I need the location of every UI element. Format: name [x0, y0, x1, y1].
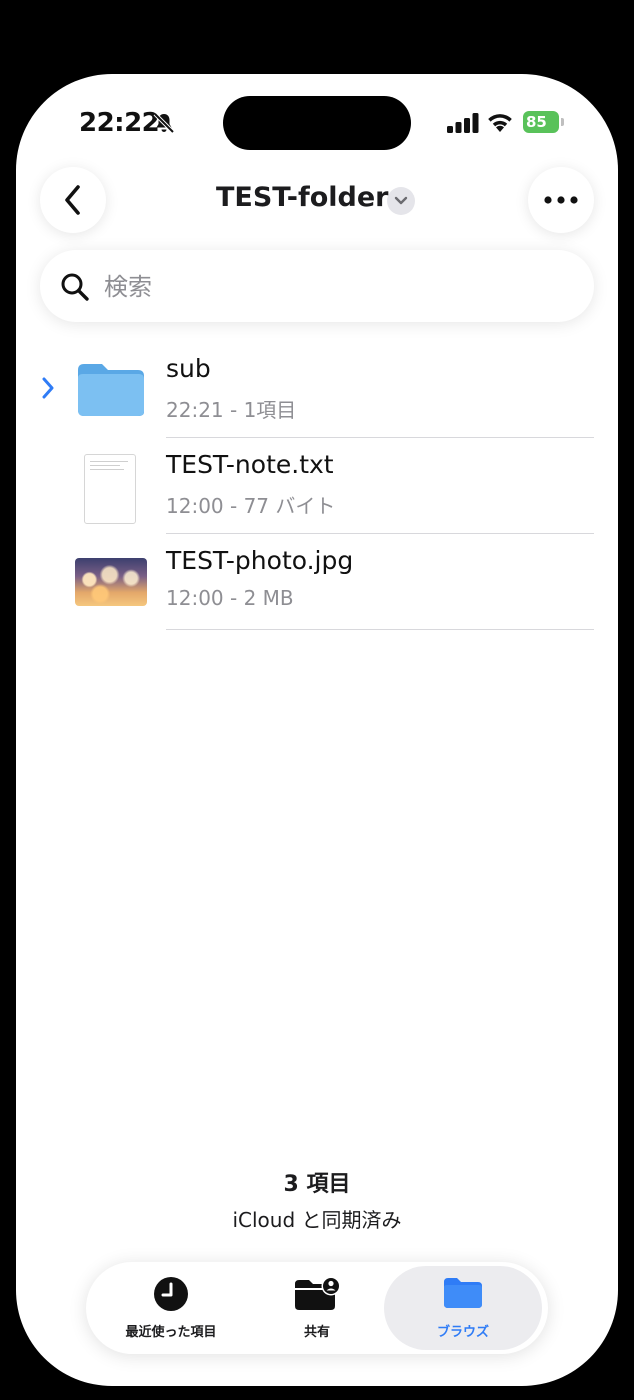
folder-icon [444, 1278, 482, 1308]
file-row-note[interactable]: TEST-note.txt 12:00 - 77 バイト [16, 438, 618, 534]
file-meta: 12:00 - 77 バイト [166, 494, 336, 518]
item-count: 3 項目 [283, 1172, 351, 1197]
phone-screen: 22:22 85 TEST-folder 検索 sub 22:21 - 1項目 … [16, 74, 618, 1386]
clock-icon [154, 1277, 188, 1311]
status-time: 22:22 [79, 108, 160, 138]
folder-icon [78, 364, 144, 416]
ellipsis-icon [544, 196, 578, 204]
chevron-down-icon [394, 196, 408, 205]
tab-label: ブラウズ [436, 1325, 489, 1340]
sync-status: iCloud と同期済み [232, 1208, 402, 1232]
dynamic-island [223, 96, 411, 150]
battery-indicator: 85 [523, 111, 559, 133]
file-row-photo[interactable]: TEST-photo.jpg 12:00 - 2 MB [16, 534, 618, 630]
cellular-signal-icon [447, 113, 479, 133]
search-bar[interactable] [40, 250, 594, 322]
file-meta: 12:00 - 2 MB [166, 586, 294, 610]
tab-bar: 最近使った項目 共有 ブラウズ [86, 1262, 548, 1354]
file-name: TEST-note.txt [166, 450, 334, 479]
tab-browse[interactable]: ブラウズ [384, 1266, 542, 1350]
text-document-icon [84, 454, 136, 524]
bell-muted-icon [153, 112, 175, 134]
shared-folder-icon [295, 1276, 341, 1310]
battery-cap [561, 118, 564, 126]
chevron-left-icon [65, 185, 80, 215]
page-title[interactable]: TEST-folder [216, 182, 388, 213]
search-icon [61, 273, 89, 301]
search-input[interactable] [102, 266, 566, 308]
title-menu-button[interactable] [387, 187, 415, 215]
chevron-right-icon[interactable] [40, 376, 56, 400]
tab-shared[interactable]: 共有 [238, 1266, 396, 1350]
wifi-icon [488, 114, 512, 132]
back-button[interactable] [40, 167, 106, 233]
battery-level: 85 [526, 113, 547, 131]
tab-label: 共有 [303, 1325, 330, 1340]
tab-recents[interactable]: 最近使った項目 [92, 1266, 250, 1350]
tab-label: 最近使った項目 [125, 1325, 217, 1340]
file-meta: 22:21 - 1項目 [166, 398, 297, 422]
file-name: sub [166, 354, 211, 383]
file-row-sub[interactable]: sub 22:21 - 1項目 [16, 342, 618, 438]
file-name: TEST-photo.jpg [166, 546, 354, 575]
photo-thumbnail [75, 558, 147, 606]
more-button[interactable] [528, 167, 594, 233]
row-divider [166, 629, 594, 630]
